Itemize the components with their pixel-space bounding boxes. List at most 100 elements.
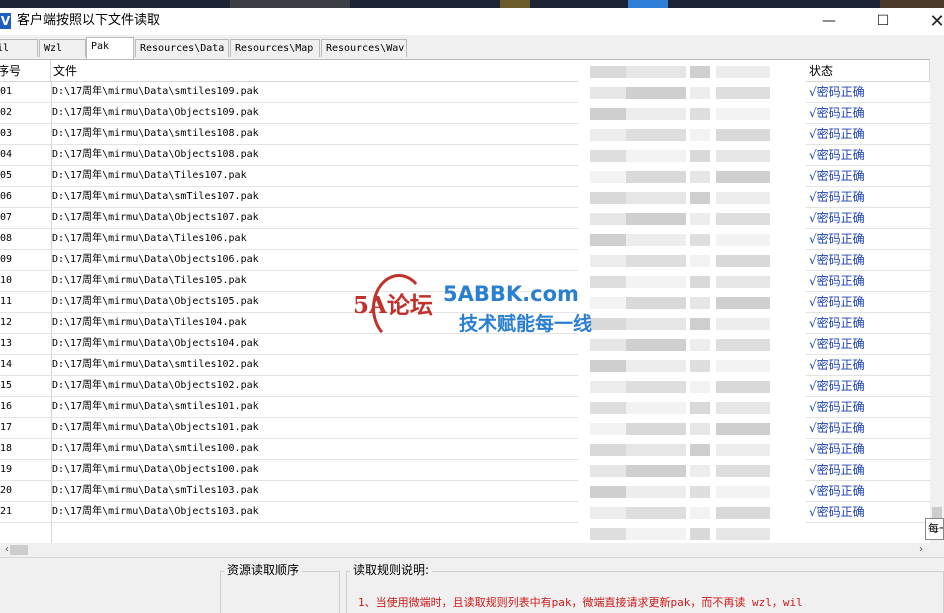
row-file-path: D:\17周年\mirmu\Data\smtiles109.pak [52, 86, 259, 97]
tab-wil[interactable]: Wil [0, 39, 38, 57]
row-status: √密码正确 [809, 253, 865, 267]
mosaic-block [716, 87, 770, 99]
row-file-path: D:\17周年\mirmu\Data\smtiles102.pak [52, 359, 259, 370]
row-number: 02 [0, 107, 13, 118]
column-header-num[interactable]: 序号 [0, 60, 51, 82]
forum-logo: 5A论坛 [350, 274, 435, 344]
mosaic-block [626, 444, 686, 456]
mosaic-block [626, 339, 686, 351]
row-status: √密码正确 [809, 379, 865, 393]
mosaic-block [690, 339, 710, 351]
watermark-slogan: 技术赋能每一线 [459, 313, 593, 335]
mosaic-block [716, 171, 770, 183]
tab-wzl[interactable]: Wzl [39, 39, 86, 57]
row-status: √密码正确 [809, 400, 865, 414]
row-file-path: D:\17周年\mirmu\Data\Tiles106.pak [52, 233, 247, 244]
desktop-background-fragment [880, 0, 944, 8]
row-status: √密码正确 [809, 505, 865, 519]
row-status: √密码正确 [809, 442, 865, 456]
mosaic-block [626, 192, 686, 204]
mosaic-block [716, 318, 770, 330]
tab-resources-data[interactable]: Resources\Data [135, 39, 229, 57]
row-file-path: D:\17周年\mirmu\Data\Objects103.pak [52, 506, 259, 517]
desktop-background-fragment [628, 0, 668, 8]
horizontal-scrollbar[interactable]: ‹ › [0, 543, 930, 557]
mosaic-block [690, 423, 710, 435]
row-status: √密码正确 [809, 484, 865, 498]
vertical-scrollbar[interactable] [930, 59, 944, 529]
row-file-path: D:\17周年\mirmu\Data\Tiles107.pak [52, 170, 247, 181]
row-file-path: D:\17周年\mirmu\Data\smTiles103.pak [52, 485, 259, 496]
row-file-path: D:\17周年\mirmu\Data\smtiles100.pak [52, 443, 259, 454]
row-number: 17 [0, 422, 13, 433]
mosaic-block [626, 255, 686, 267]
mosaic-block [716, 255, 770, 267]
rules-label: 读取规则说明: [350, 562, 433, 578]
tab-bar: Wil Wzl Pak Resources\Data Resources\Map… [0, 37, 944, 59]
tab-resources-wav[interactable]: Resources\Wav [321, 39, 407, 57]
row-number: 03 [0, 128, 13, 139]
obscured-column [578, 60, 806, 544]
mosaic-block [590, 66, 626, 78]
mosaic-block [626, 234, 686, 246]
mosaic-block [716, 192, 770, 204]
row-number: 14 [0, 359, 13, 370]
row-status: √密码正确 [809, 295, 865, 309]
row-number: 11 [0, 296, 13, 307]
app-icon: V [0, 13, 11, 29]
mosaic-block [690, 276, 710, 288]
close-button[interactable]: ✕ [914, 8, 944, 35]
mosaic-block [716, 234, 770, 246]
mosaic-block [590, 507, 626, 519]
row-file-path: D:\17周年\mirmu\Data\smtiles108.pak [52, 128, 259, 139]
horizontal-scroll-thumb[interactable] [10, 545, 28, 555]
mosaic-block [626, 276, 686, 288]
row-status: √密码正确 [809, 106, 865, 120]
row-number: 09 [0, 254, 13, 265]
column-header-file[interactable]: 文件 [51, 60, 579, 82]
mosaic-block [690, 297, 710, 309]
row-status: √密码正确 [809, 463, 865, 477]
mosaic-block [716, 150, 770, 162]
mosaic-block [626, 528, 686, 540]
row-number: 08 [0, 233, 13, 244]
mosaic-block [626, 423, 686, 435]
column-header-status[interactable]: 状态 [805, 60, 930, 82]
row-status: √密码正确 [809, 358, 865, 372]
mosaic-block [626, 360, 686, 372]
mosaic-block [590, 423, 626, 435]
scroll-right-icon[interactable]: › [914, 543, 928, 557]
mosaic-block [590, 87, 626, 99]
row-number: 06 [0, 191, 13, 202]
row-number: 16 [0, 401, 13, 412]
mosaic-block [590, 108, 626, 120]
mosaic-block [590, 528, 626, 540]
mosaic-block [690, 171, 710, 183]
mosaic-block [590, 192, 626, 204]
minimize-button[interactable]: — [806, 8, 852, 35]
mosaic-block [716, 66, 770, 78]
row-file-path: D:\17周年\mirmu\Data\Objects108.pak [52, 149, 259, 160]
row-status: √密码正确 [809, 85, 865, 99]
window-title: 客户端按照以下文件读取 [17, 13, 161, 28]
mosaic-block [690, 528, 710, 540]
row-file-path: D:\17周年\mirmu\Data\smtiles101.pak [52, 401, 259, 412]
row-status: √密码正确 [809, 274, 865, 288]
row-number: 19 [0, 464, 13, 475]
tab-pak[interactable]: Pak [86, 37, 134, 59]
mosaic-block [690, 108, 710, 120]
mosaic-block [690, 465, 710, 477]
mosaic-block [690, 234, 710, 246]
row-status: √密码正确 [809, 169, 865, 183]
row-number: 13 [0, 338, 13, 349]
row-status: √密码正确 [809, 337, 865, 351]
mosaic-block [626, 66, 686, 78]
row-file-path: D:\17周年\mirmu\Data\Objects106.pak [52, 254, 259, 265]
row-number: 07 [0, 212, 13, 223]
mosaic-block [626, 381, 686, 393]
desktop-background-fragment [500, 0, 530, 8]
mosaic-block [626, 213, 686, 225]
desktop-background-fragment [230, 0, 350, 8]
maximize-button[interactable]: ☐ [860, 8, 906, 35]
tab-resources-map[interactable]: Resources\Map [230, 39, 320, 57]
